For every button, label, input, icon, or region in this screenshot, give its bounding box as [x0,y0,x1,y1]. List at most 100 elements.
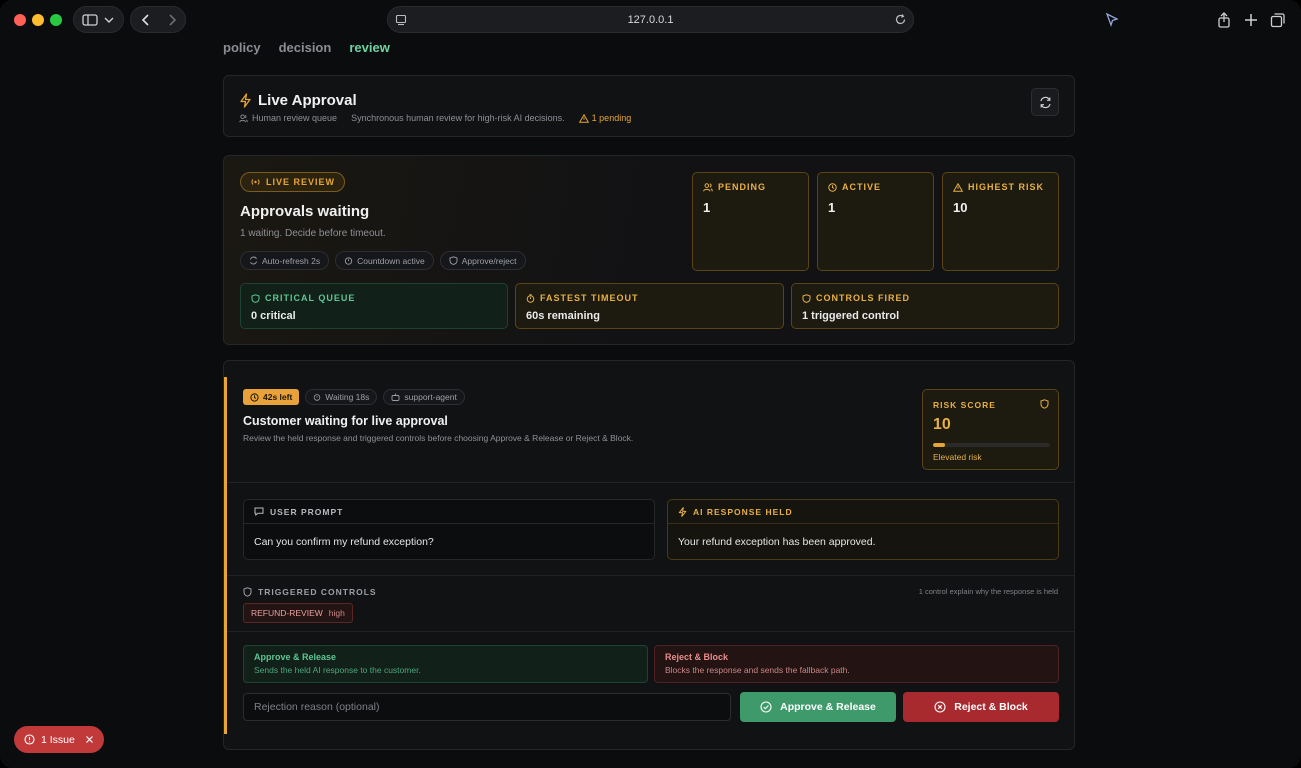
broadcast-icon [251,179,260,185]
waiting-text: Waiting 18s [325,392,370,402]
close-icon[interactable] [85,735,94,744]
approve-release-button[interactable]: Approve & Release [740,692,896,722]
queue-label: Human review queue [252,113,338,123]
issues-badge[interactable]: 1 Issue [14,726,104,753]
stat-label-text: ACTIVE [842,182,882,192]
chip-label: Auto-refresh 2s [262,255,321,266]
request-title: Customer waiting for live approval [243,414,448,428]
metric-label-text: CONTROLS FIRED [816,293,910,303]
minimize-window-button[interactable] [32,14,44,26]
time-left-badge: 42s left [243,389,300,405]
agent-chip: support-agent [383,389,465,405]
forward-icon[interactable] [167,13,177,26]
check-circle-icon [760,701,772,713]
approve-option-title: Approve & Release [254,652,337,662]
alert-circle-icon [24,734,35,745]
risk-note: Elevated risk [933,452,982,462]
chat-icon [254,507,264,516]
stat-label: HIGHEST RISK [953,182,1044,192]
stat-value: 1 [828,200,836,215]
new-tab-icon[interactable] [1243,12,1259,28]
address-bar[interactable]: 127.0.0.1 [387,6,914,33]
approval-request-card: 42s left Waiting 18s support-agent Custo… [223,360,1075,750]
metric-label: CRITICAL QUEUE [251,293,355,303]
user-prompt-text: Can you confirm my refund exception? [254,536,434,548]
metric-value: 0 critical [251,310,296,322]
reload-icon[interactable] [894,13,907,26]
timer-icon [526,293,535,303]
navigation-buttons [130,6,186,33]
reject-button-label: Reject & Block [954,701,1028,713]
approvals-subtitle: 1 waiting. Decide before timeout. [240,228,386,239]
countdown-chip: Countdown active [335,251,434,270]
approvals-title: Approvals waiting [240,203,370,220]
shield-icon [802,293,811,303]
reject-option-title: Reject & Block [665,652,729,662]
auto-refresh-chip: Auto-refresh 2s [240,251,330,270]
tab-overview-icon[interactable] [1270,12,1286,28]
triggered-controls-label: TRIGGERED CONTROLS [243,587,377,597]
shield-icon [449,256,458,265]
request-description: Review the held response and triggered c… [243,433,634,443]
refresh-button[interactable] [1031,88,1059,116]
time-left-text: 42s left [263,392,293,402]
tab-review[interactable]: review [349,40,389,55]
approve-button-label: Approve & Release [780,701,876,713]
browser-window: 127.0.0.1 policy decision review Live Ap… [0,0,1301,768]
user-prompt-pane: USER PROMPT Can you confirm my refund ex… [243,499,655,560]
divider [227,482,1074,483]
metric-value: 60s remaining [526,310,600,322]
warning-icon [953,182,963,192]
urgency-accent-bar [224,377,227,734]
rejection-reason-input[interactable] [243,693,731,721]
approve-option-desc: Sends the held AI response to the custom… [254,665,421,675]
metric-value: 1 triggered control [802,310,900,322]
stat-label: ACTIVE [828,182,881,192]
bolt-icon [678,506,687,517]
triggered-controls-note: 1 control explain why the response is he… [918,587,1058,596]
back-icon[interactable] [141,13,151,26]
chip-label: Countdown active [357,255,425,266]
chevron-down-icon [104,17,114,23]
close-window-button[interactable] [14,14,26,26]
control-severity: high [328,608,345,618]
critical-queue-metric: CRITICAL QUEUE 0 critical [240,283,508,329]
stat-label-text: HIGHEST RISK [968,182,1045,192]
highest-risk-stat: HIGHEST RISK 10 [942,172,1059,271]
clock-icon [250,392,259,402]
timer-icon [344,257,353,265]
live-review-badge: LIVE REVIEW [240,172,346,192]
waiting-chip: Waiting 18s [305,389,378,405]
request-meta-chips: 42s left Waiting 18s support-agent [243,389,465,405]
tab-decision[interactable]: decision [279,40,332,55]
header-subtitle: Human review queue Synchronous human rev… [239,113,631,123]
users-icon [703,182,713,191]
metric-label: CONTROLS FIRED [802,293,910,303]
pane-title: USER PROMPT [270,506,344,517]
status-chips: Auto-refresh 2s Countdown active Approve… [240,251,526,270]
stat-value: 1 [703,200,711,215]
browser-toolbar: 127.0.0.1 [0,0,1301,40]
pending-count-text: 1 pending [591,113,632,123]
live-approval-header: Live Approval Human review queue Synchro… [223,75,1075,137]
robot-icon [391,393,400,401]
reject-block-button[interactable]: Reject & Block [903,692,1059,722]
zoom-window-button[interactable] [50,14,62,26]
sidebar-toggle-button[interactable] [73,6,124,33]
share-icon[interactable] [1216,12,1232,28]
ai-response-pane: AI RESPONSE HELD Your refund exception h… [667,499,1059,560]
cursor-extension-icon[interactable] [1104,12,1120,28]
divider [227,575,1074,576]
risk-meter-fill [933,443,945,447]
timer-icon [314,394,321,401]
metric-label-text: FASTEST TIMEOUT [540,293,639,303]
control-tag[interactable]: REFUND-REVIEW high [243,603,353,623]
live-review-summary: LIVE REVIEW Approvals waiting 1 waiting.… [223,155,1075,345]
metric-label-text: CRITICAL QUEUE [265,293,356,303]
tab-policy[interactable]: policy [223,40,261,55]
pending-indicator: 1 pending [578,113,632,123]
metric-label: FASTEST TIMEOUT [526,293,639,303]
stat-label-text: PENDING [718,182,767,192]
sidebar-icon [82,13,98,26]
shield-icon [251,293,260,303]
